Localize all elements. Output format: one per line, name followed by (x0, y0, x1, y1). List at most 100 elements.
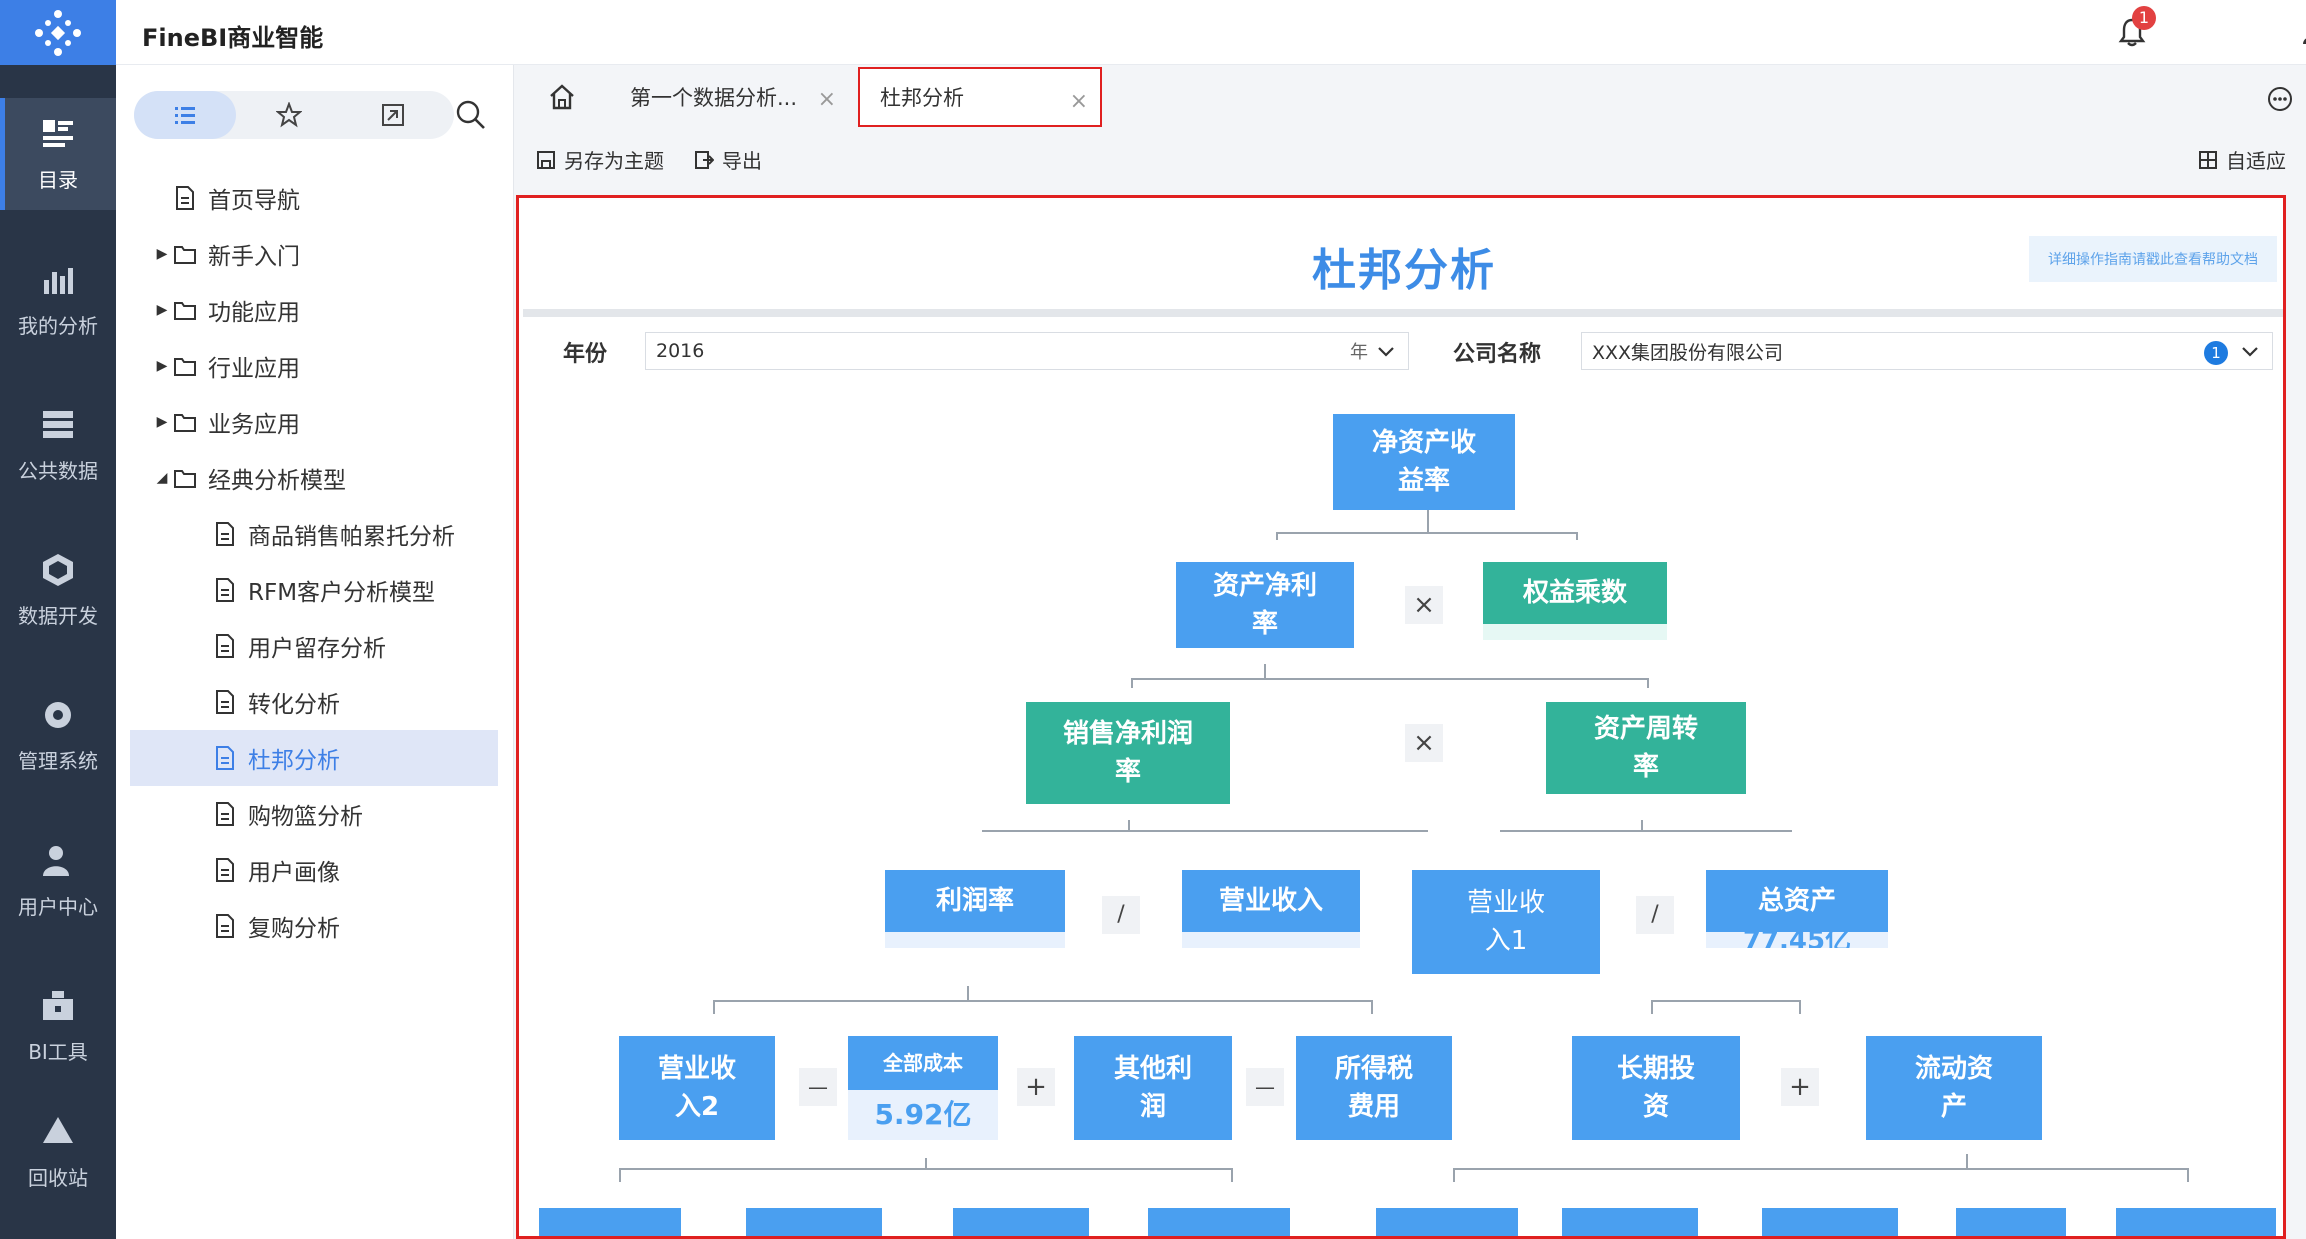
node-label: 长期投 (1616, 1054, 1695, 1084)
node-income-tax[interactable]: 所得税 费用 (1296, 1036, 1452, 1140)
tree-item-label: RFM客户分析模型 (248, 580, 436, 606)
node-revenue-2[interactable]: 营业收 入2 (619, 1036, 775, 1140)
tree-item-doc[interactable]: 复购分析 (214, 898, 514, 954)
tree-item-folder[interactable]: ▶ 行业应用 (150, 338, 514, 394)
tab-shared[interactable] (342, 91, 444, 139)
fit-button[interactable]: 自适应 (2198, 145, 2286, 174)
help-doc-link[interactable]: 详细操作指南请戳此查看帮助文档 (2029, 236, 2277, 282)
plus-operator: + (1781, 1068, 1819, 1106)
tree-item-folder[interactable]: ▶ 新手入门 (150, 226, 514, 282)
node-clipped[interactable] (1376, 1208, 1518, 1236)
connector-line (1647, 678, 1649, 688)
nav-recycle-bin[interactable]: 回收站 (0, 1096, 116, 1208)
close-icon[interactable]: × (1070, 89, 1088, 114)
node-label: 入2 (674, 1092, 720, 1122)
tree-item-doc[interactable]: 购物篮分析 (214, 786, 514, 842)
tree-item-home-nav[interactable]: 首页导航 (174, 170, 514, 226)
search-icon[interactable] (454, 98, 488, 132)
company-filter[interactable]: XXX集团股份有限公司 1 (1581, 332, 2273, 370)
tab-first-analysis[interactable]: 第一个数据分析... × (610, 67, 848, 127)
caret-right-icon: ▶ (156, 414, 168, 430)
connector-line (2187, 1168, 2189, 1182)
nav-my-analysis[interactable]: 我的分析 (0, 244, 116, 356)
nav-catalog[interactable]: 目录 (0, 98, 116, 210)
tab-favorites[interactable] (238, 91, 340, 139)
main-area: 第一个数据分析... × 杜邦分析 × 另存为主题 导出 自适应 杜邦分析 详细… (514, 65, 2306, 1239)
tree-item-doc-selected[interactable]: 杜邦分析 (130, 730, 498, 786)
connector-line (1453, 1168, 1455, 1182)
document-icon (216, 634, 234, 658)
tree-item-label: 首页导航 (208, 188, 300, 214)
node-clipped[interactable] (1956, 1208, 2066, 1236)
home-icon[interactable] (548, 83, 576, 111)
chevron-down-icon (2242, 347, 2258, 357)
node-clipped[interactable] (1562, 1208, 1698, 1236)
year-filter[interactable]: 2016 年 (645, 332, 1409, 370)
tree-item-label: 业务应用 (208, 412, 300, 438)
node-label: 产 (1940, 1092, 1967, 1122)
connector-line (982, 830, 1428, 832)
node-total-assets[interactable]: 总资产 77.45亿 (1706, 870, 1888, 948)
user-center-icon (43, 845, 69, 876)
nav-user-center[interactable]: 用户中心 (0, 825, 116, 937)
node-current-assets[interactable]: 流动资 产 (1866, 1036, 2042, 1140)
connector-line (1576, 532, 1578, 540)
divide-operator: / (1636, 896, 1674, 934)
tree-item-doc[interactable]: 商品销售帕累托分析 (214, 506, 514, 562)
nav-bi-tools[interactable]: BI工具 (0, 970, 116, 1082)
user-menu[interactable]: 1 (2302, 18, 2306, 48)
node-label: 率 (1251, 609, 1278, 639)
node-clipped[interactable] (539, 1208, 681, 1236)
save-as-theme-button[interactable]: 另存为主题 (536, 145, 664, 174)
tree-item-doc[interactable]: 转化分析 (214, 674, 514, 730)
shared-icon (382, 104, 404, 126)
left-nav-bar: 目录 我的分析 公共数据 数据开发 管理系统 用户中心 BI工具 回收站 (0, 0, 116, 1239)
node-clipped[interactable] (1148, 1208, 1290, 1236)
node-asset-turnover[interactable]: 资产周转 率 (1546, 702, 1746, 794)
node-roe[interactable]: 净资产收 益率 (1333, 414, 1515, 510)
folder-icon (174, 246, 196, 264)
node-label: 资 (1642, 1092, 1669, 1122)
export-button[interactable]: 导出 (694, 145, 762, 174)
tree-item-folder[interactable]: ▶ 功能应用 (150, 282, 514, 338)
node-label: 总资产 (1757, 886, 1836, 916)
node-roa[interactable]: 资产净利 率 (1176, 562, 1354, 648)
tree-item-doc[interactable]: RFM客户分析模型 (214, 562, 514, 618)
node-clipped[interactable] (1762, 1208, 1898, 1236)
node-clipped[interactable] (746, 1208, 882, 1236)
tab-list[interactable] (134, 91, 236, 139)
close-icon[interactable]: × (818, 87, 836, 112)
tree-item-folder[interactable]: ▶ 业务应用 (150, 394, 514, 450)
total-cost-header: 全部成本 (848, 1036, 998, 1090)
tree-item-label: 行业应用 (208, 356, 300, 382)
document-icon (176, 186, 194, 210)
node-label: 销售净利润 (1062, 719, 1193, 749)
nav-management[interactable]: 管理系统 (0, 679, 116, 791)
tab-dupont-analysis[interactable]: 杜邦分析 × (858, 67, 1102, 127)
node-revenue[interactable]: 营业收入 (1182, 870, 1360, 948)
more-options-icon[interactable] (2266, 85, 2294, 113)
tree-item-doc[interactable]: 用户画像 (214, 842, 514, 898)
node-total-cost[interactable]: 全部成本 5.92亿 (848, 1036, 998, 1140)
node-net-profit-margin[interactable]: 销售净利润 率 (1026, 702, 1230, 804)
tree-item-doc[interactable]: 用户留存分析 (214, 618, 514, 674)
value-strip (1483, 624, 1667, 640)
node-profit-rate[interactable]: 利润率 (885, 870, 1065, 948)
connector-line (1131, 678, 1649, 680)
node-other-profit[interactable]: 其他利 润 (1074, 1036, 1232, 1140)
connector-line (1264, 664, 1266, 678)
node-clipped[interactable] (953, 1208, 1089, 1236)
node-long-term-investment[interactable]: 长期投 资 (1572, 1036, 1740, 1140)
node-label: 全部成本 (883, 1051, 963, 1075)
nav-public-data[interactable]: 公共数据 (0, 389, 116, 501)
node-label: 权益乘数 (1522, 578, 1627, 608)
tree-item-folder-open[interactable]: ◢ 经典分析模型 (150, 450, 514, 506)
connector-line (619, 1168, 621, 1182)
node-equity-multiplier[interactable]: 权益乘数 (1483, 562, 1667, 640)
nav-data-dev[interactable]: 数据开发 (0, 534, 116, 646)
node-revenue-1[interactable]: 营业收 入1 (1412, 870, 1600, 974)
folder-icon (174, 414, 196, 432)
node-clipped[interactable] (2116, 1208, 2276, 1236)
connector-line (619, 1168, 1233, 1170)
app-logo[interactable] (0, 0, 116, 65)
